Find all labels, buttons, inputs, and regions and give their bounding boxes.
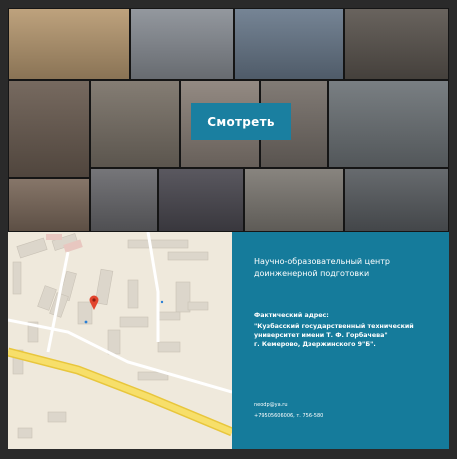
photo-tile-workshop-1[interactable] (90, 80, 180, 168)
photo-collage: Смотреть (8, 8, 449, 232)
photo-tile-ribbon-cutting[interactable] (344, 8, 449, 80)
address-line-3: г. Кемерово, Дзержинского 9"Б". (254, 341, 376, 348)
address-line-1: "Кузбасский государственный технический (254, 323, 414, 330)
photo-tile-robot-build[interactable] (244, 168, 344, 232)
address-label: Фактический адрес: (254, 312, 329, 319)
watch-button[interactable]: Смотреть (191, 103, 291, 140)
photo-tile-officials[interactable] (158, 168, 244, 232)
email-link[interactable]: neodp@ya.ru (254, 400, 323, 411)
info-panel: Научно-образовательный центр доинженерно… (232, 232, 449, 449)
photo-tile-children-group[interactable] (90, 168, 158, 232)
location-map[interactable] (8, 232, 232, 449)
center-title-line1: Научно-образовательный центр (254, 257, 390, 266)
photo-tile-robot-machine[interactable] (130, 8, 234, 80)
photo-tile-boy-portrait[interactable] (8, 80, 90, 178)
phone-text: +79505606006, т. 756-580 (254, 413, 324, 419)
map-poi-dot (84, 320, 88, 324)
map-canvas (8, 232, 232, 439)
photo-tile-robot-kit[interactable] (234, 8, 344, 80)
photo-tile-cubes[interactable] (8, 8, 130, 80)
photo-tile-hardware[interactable] (344, 168, 449, 232)
center-title-line2: доинженерной подготовки (254, 269, 370, 278)
contacts: neodp@ya.ru +79505606006, т. 756-580 (254, 400, 323, 422)
center-title: Научно-образовательный центр доинженерно… (254, 256, 435, 280)
photo-tile-computer-class[interactable] (328, 80, 449, 168)
address-line-2: университет имени Т. Ф. Горбачева" (254, 332, 388, 339)
bottom-bar (0, 449, 457, 459)
photo-tile-boy-small[interactable] (8, 178, 90, 232)
